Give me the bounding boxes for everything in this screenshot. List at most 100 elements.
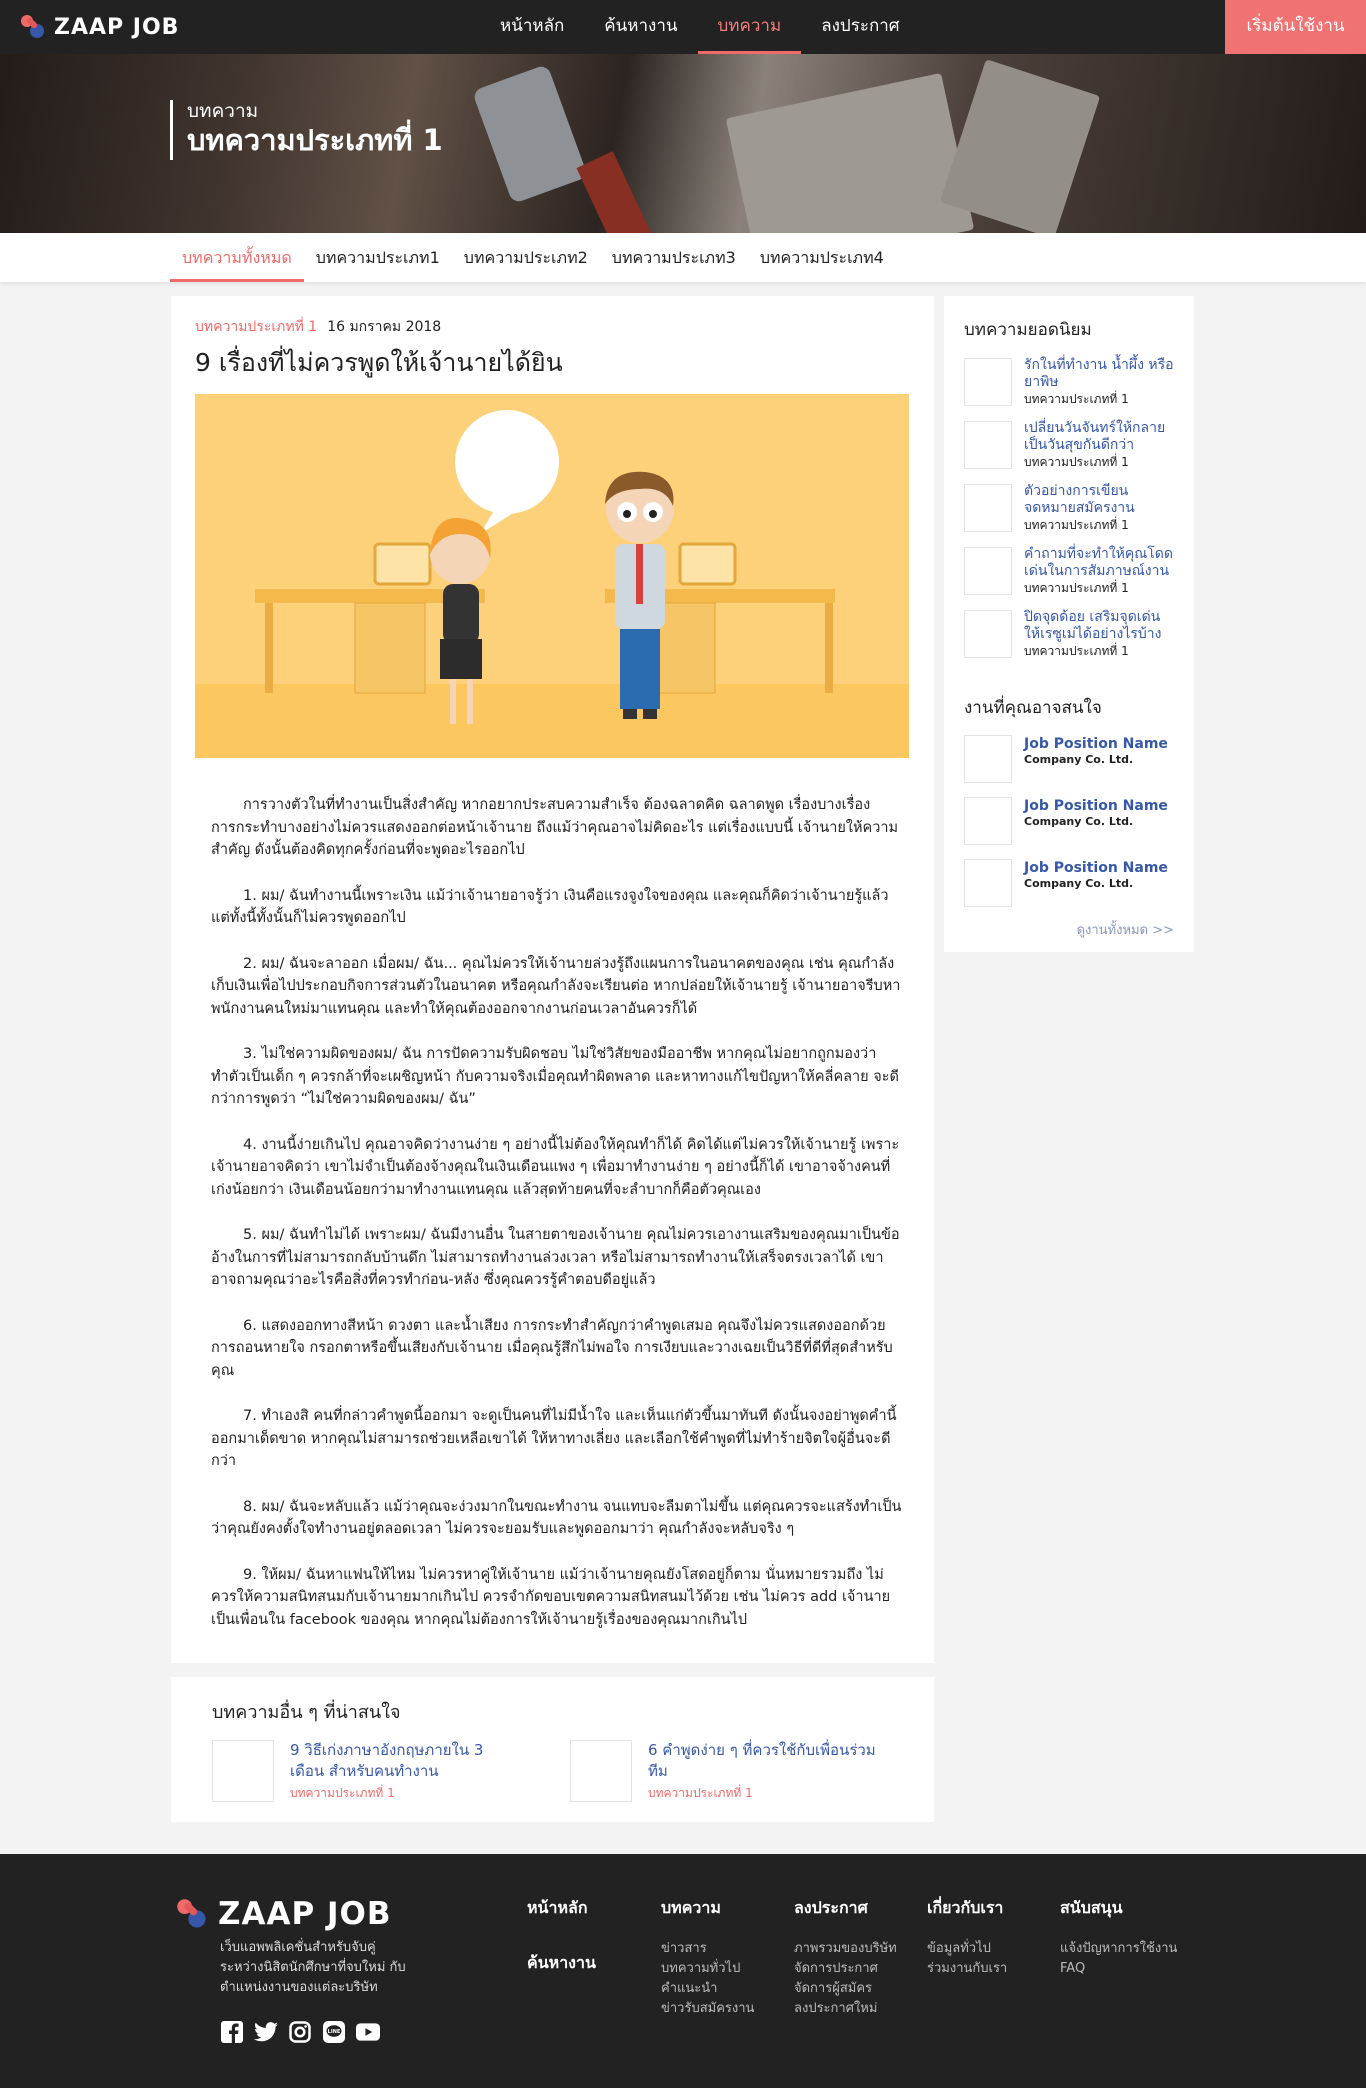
footer-col-articles: บทความ ข่าวสาร บทความทั่วไป คำแนะนำ ข่าว… [661, 1896, 754, 2019]
related-title[interactable]: 6 คำพูดง่าย ๆ ที่ควรใช้กับเพื่อนร่วมทีม [648, 1740, 876, 1782]
article-body: การวางตัวในที่ทำงานเป็นสิ่งสำคัญ หากอยาก… [195, 794, 910, 1631]
footer-heading[interactable]: ลงประกาศ [794, 1896, 897, 1921]
article-paragraph: 7. ทำเองสิ คนที่กล่าวคำพูดนี้ออกมา จะดูเ… [211, 1408, 897, 1469]
popular-category: บทความประเภทที่ 1 [1024, 392, 1129, 406]
job-item[interactable]: Job Position Name Company Co. Ltd. [964, 735, 1174, 797]
twitter-icon[interactable] [254, 2020, 278, 2044]
tab-type-4[interactable]: บทความประเภท4 [748, 233, 896, 282]
svg-text:LINE: LINE [328, 2029, 341, 2035]
related-thumbnail[interactable] [212, 1740, 274, 1802]
logo[interactable]: ZAAP JOB [20, 12, 179, 42]
article-paragraph: 2. ผม/ ฉันจะลาออก เมื่อผม/ ฉัน... คุณไม่… [211, 955, 901, 1017]
related-item[interactable]: 6 คำพูดง่าย ๆ ที่ควรใช้กับเพื่อนร่วมทีม … [570, 1740, 876, 1803]
job-item[interactable]: Job Position Name Company Co. Ltd. [964, 859, 1174, 921]
article-paragraph: 4. งานนี้ง่ายเกินไป คุณอาจคิดว่างานง่าย … [211, 1136, 900, 1198]
footer-link[interactable]: แจ้งปัญหาการใช้งาน [1060, 1939, 1177, 1959]
job-title[interactable]: Job Position Name [1024, 735, 1168, 753]
footer-link[interactable]: บทความทั่วไป [661, 1959, 754, 1979]
footer-col-main: หน้าหลัก ค้นหางาน [527, 1896, 596, 1994]
footer: ZAAP JOB เว็บแอพพลิเคชั่นสำหรับจับคู่ ระ… [0, 1854, 1366, 2088]
footer-col-support: สนับสนุน แจ้งปัญหาการใช้งาน FAQ [1060, 1896, 1177, 1979]
article-date: 16 มกราคม 2018 [327, 319, 442, 335]
sidebar: บทความยอดนิยม รักในที่ทำงาน น้ำผึ้ง หรือ… [944, 296, 1194, 952]
related-item[interactable]: 9 วิธีเก่งภาษาอังกฤษภายใน 3 เดือน สำหรับ… [212, 1740, 518, 1803]
popular-item[interactable]: รักในที่ทำงาน น้ำผึ้ง หรือยาพิษ บทความปร… [964, 357, 1174, 420]
popular-item[interactable]: ตัวอย่างการเขียนจดหมายสมัครงาน บทความประ… [964, 483, 1174, 546]
tab-all-articles[interactable]: บทความทั้งหมด [170, 233, 304, 282]
tab-type-2[interactable]: บทความประเภท2 [452, 233, 600, 282]
footer-link[interactable]: ภาพรวมของบริษัท [794, 1939, 897, 1959]
hero-banner: บทความ บทความประเภทที่ 1 [0, 54, 1366, 233]
related-category[interactable]: บทความประเภทที่ 1 [290, 1784, 518, 1803]
facebook-icon[interactable] [220, 2020, 244, 2044]
popular-title[interactable]: ปิดจุดด้อย เสริมจุดเด่น ให้เรซูเม่ได้อย่… [1024, 609, 1174, 643]
nav-search-jobs[interactable]: ค้นหางาน [584, 0, 697, 54]
footer-link[interactable]: ร่วมงานกับเรา [927, 1959, 1007, 1979]
footer-link[interactable]: คำแนะนำ [661, 1979, 754, 1999]
article-card: บทความประเภทที่ 1 16 มกราคม 2018 9 เรื่อ… [171, 296, 934, 1663]
popular-thumbnail[interactable] [964, 421, 1012, 469]
tab-type-3[interactable]: บทความประเภท3 [600, 233, 748, 282]
footer-heading[interactable]: เกี่ยวกับเรา [927, 1896, 1007, 1921]
social-links: LINE [220, 2020, 380, 2044]
footer-link-search[interactable]: ค้นหางาน [527, 1951, 596, 1976]
footer-link[interactable]: จัดการผู้สมัคร [794, 1979, 897, 1999]
office-illustration [195, 394, 909, 758]
footer-link-home[interactable]: หน้าหลัก [527, 1896, 596, 1921]
footer-heading[interactable]: บทความ [661, 1896, 754, 1921]
jobs-heading: งานที่คุณอาจสนใจ [964, 698, 1102, 718]
logo-icon [177, 1899, 206, 1928]
footer-link[interactable]: ข้อมูลทั่วไป [927, 1939, 1007, 1959]
related-title[interactable]: 9 วิธีเก่งภาษาอังกฤษภายใน 3 เดือน สำหรับ… [290, 1740, 518, 1782]
job-item[interactable]: Job Position Name Company Co. Ltd. [964, 797, 1174, 859]
popular-item[interactable]: เปลี่ยนวันจันทร์ให้กลายเป็นวันสุขกันดีกว… [964, 420, 1174, 483]
popular-title[interactable]: ตัวอย่างการเขียนจดหมายสมัครงาน [1024, 483, 1174, 517]
nav-articles[interactable]: บทความ [697, 0, 802, 54]
job-title[interactable]: Job Position Name [1024, 797, 1168, 815]
related-thumbnail[interactable] [570, 1740, 632, 1802]
article-paragraph: 5. ผม/ ฉันทำไม่ได้ เพราะผม/ ฉันมีงานอื่น… [211, 1227, 900, 1288]
popular-title[interactable]: คำถามที่จะทำให้คุณโดดเด่นในการสัมภาษณ์งา… [1024, 546, 1174, 580]
nav-home[interactable]: หน้าหลัก [480, 0, 584, 54]
popular-item[interactable]: คำถามที่จะทำให้คุณโดดเด่นในการสัมภาษณ์งา… [964, 546, 1174, 609]
company-logo[interactable] [964, 735, 1012, 783]
footer-link[interactable]: ข่าวสาร [661, 1939, 754, 1959]
popular-thumbnail[interactable] [964, 484, 1012, 532]
footer-link[interactable]: ข่าวรับสมัครงาน [661, 1999, 754, 2019]
hero-heading: บทความ บทความประเภทที่ 1 [170, 100, 443, 160]
popular-item[interactable]: ปิดจุดด้อย เสริมจุดเด่น ให้เรซูเม่ได้อย่… [964, 609, 1174, 672]
article-meta: บทความประเภทที่ 1 16 มกราคม 2018 [195, 316, 910, 335]
article-category[interactable]: บทความประเภทที่ 1 [195, 316, 317, 335]
footer-description: เว็บแอพพลิเคชั่นสำหรับจับคู่ ระหว่างนิสิ… [220, 1940, 406, 1995]
company-logo[interactable] [964, 859, 1012, 907]
related-articles: บทความอื่น ๆ ที่น่าสนใจ 9 วิธีเก่งภาษาอั… [171, 1677, 934, 1822]
footer-link[interactable]: FAQ [1060, 1959, 1177, 1979]
popular-thumbnail[interactable] [964, 547, 1012, 595]
footer-col-about: เกี่ยวกับเรา ข้อมูลทั่วไป ร่วมงานกับเรา [927, 1896, 1007, 1979]
popular-thumbnail[interactable] [964, 610, 1012, 658]
nav-post-job[interactable]: ลงประกาศ [801, 0, 919, 54]
footer-logo-text: ZAAP JOB [218, 1896, 392, 1932]
popular-title[interactable]: เปลี่ยนวันจันทร์ให้กลายเป็นวันสุขกันดีกว… [1024, 420, 1174, 454]
related-category[interactable]: บทความประเภทที่ 1 [648, 1784, 876, 1803]
footer-link[interactable]: ลงประกาศใหม่ [794, 1999, 897, 2019]
get-started-button[interactable]: เริ่มต้นใช้งาน [1225, 0, 1366, 54]
footer-logo[interactable]: ZAAP JOB [176, 1896, 392, 1932]
popular-category: บทความประเภทที่ 1 [1024, 455, 1129, 469]
tab-type-1[interactable]: บทความประเภท1 [304, 233, 452, 282]
see-all-jobs-link[interactable]: ดูงานทั้งหมด >> [964, 919, 1174, 940]
youtube-icon[interactable] [356, 2020, 380, 2044]
article-paragraph: 6. แสดงออกทางสีหน้า ดวงตา และน้ำเสียง กา… [211, 1317, 893, 1379]
article-title: 9 เรื่องที่ไม่ควรพูดให้เจ้านายได้ยิน [195, 348, 563, 377]
hero-title: บทความประเภทที่ 1 [187, 123, 443, 157]
article-paragraph: 3. ไม่ใช่ความผิดของผม/ ฉัน การปัดความรับ… [211, 1046, 899, 1107]
instagram-icon[interactable] [288, 2020, 312, 2044]
line-icon[interactable]: LINE [322, 2020, 346, 2044]
footer-link[interactable]: จัดการประกาศ [794, 1959, 897, 1979]
popular-thumbnail[interactable] [964, 358, 1012, 406]
popular-title[interactable]: รักในที่ทำงาน น้ำผึ้ง หรือยาพิษ [1024, 357, 1174, 391]
company-logo[interactable] [964, 797, 1012, 845]
footer-heading[interactable]: สนับสนุน [1060, 1896, 1177, 1921]
related-heading: บทความอื่น ๆ ที่น่าสนใจ [212, 1702, 401, 1723]
job-title[interactable]: Job Position Name [1024, 859, 1168, 877]
